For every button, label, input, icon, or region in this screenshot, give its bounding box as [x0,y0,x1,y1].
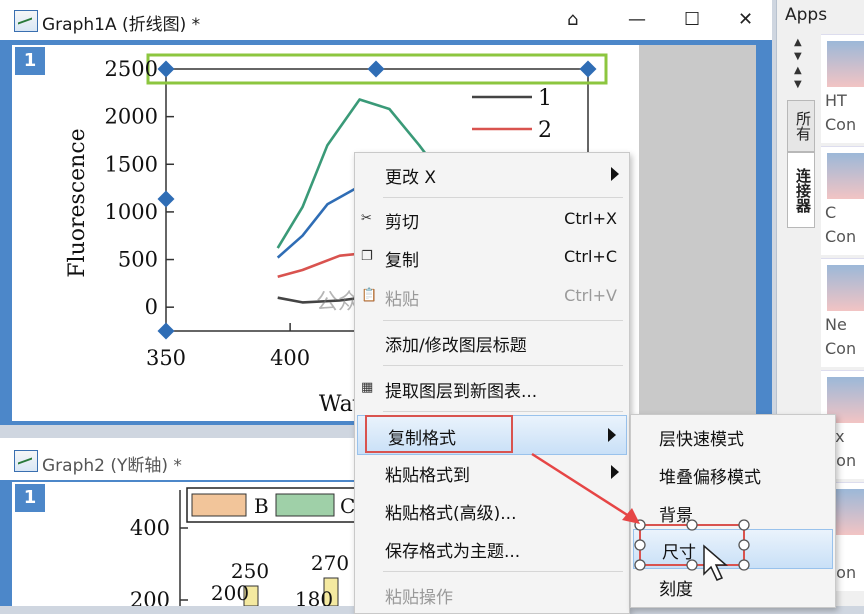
data-label: 270 [311,551,349,575]
maximize-icon[interactable]: ☐ [684,9,700,30]
watermark-2: 大数跨境 [20,581,76,597]
scroll-arrows-icon[interactable]: ▲ ▼ ▲ ▼ [794,36,802,92]
menu-separator [383,411,623,412]
menu-separator [383,365,623,366]
y-axis-label: Fluorescence [65,128,90,277]
x-tick-label: 400 [270,346,310,370]
app-name: C [825,203,837,222]
app-sub: Con [825,227,857,246]
copy-icon: ❐ [361,249,373,264]
layer-badge[interactable]: 1 [14,483,46,513]
menu-separator [383,571,623,572]
app-thumbnail [827,265,864,311]
tab-connector[interactable]: 连接器 [787,152,815,228]
extract-layer-icon: ▦ [361,380,374,395]
menu-item-change-x[interactable]: 更改 X [355,155,629,193]
x-tick-label: 350 [146,346,186,370]
menu-item-layer-title[interactable]: 添加/修改图层标题 [355,323,629,361]
context-menu[interactable]: 更改 X ✂ 剪切 Ctrl+X ❐ 复制 Ctrl+C 📋 粘贴 Ctrl+V 添加… [354,152,630,614]
legend-label: 2 [538,118,552,143]
app-thumbnail [827,41,864,87]
tab-all[interactable]: 所有 [787,100,815,152]
resize-handle [157,190,175,208]
close-icon[interactable]: ✕ [738,9,753,30]
app-sub: Con [825,339,857,358]
y-tick-label: 2000 [105,105,158,129]
submenu-item-stack-offset[interactable]: 堆叠偏移模式 [631,455,835,493]
annotation-arrow [531,452,640,524]
submenu-arrow-icon [611,167,619,181]
window-titlebar[interactable]: Graph1A (折线图) * ⌂ — ☐ ✕ [0,0,772,40]
graph-window-icon [14,10,38,32]
menu-item-extract-layer[interactable]: ▦ 提取图层到新图表... [355,369,629,407]
y-tick-label: 200 [130,588,170,606]
app-name: Ne [825,315,847,334]
resize-handle [579,60,597,78]
scissors-icon: ✂ [361,211,372,226]
y-tick-label: 1500 [105,152,158,176]
resize-handle [157,322,175,340]
data-label: 180 [295,587,333,606]
menu-item-paste-operation[interactable]: 粘贴操作 [355,575,629,613]
y-tick-label: 2500 [105,57,158,81]
submenu-arrow-icon [608,428,616,442]
y-tick-label: 400 [130,516,170,540]
resize-handle [157,60,175,78]
graph-window-icon [14,450,38,472]
menu-separator [383,197,623,198]
menu-separator [383,320,623,321]
legend-label: 1 [538,86,552,111]
window-title: Graph1A (折线图) * [42,15,201,35]
app-sub: Con [825,115,857,134]
menu-item-paste[interactable]: 📋 粘贴 Ctrl+V [355,277,629,315]
data-label: 200 [211,581,249,605]
paste-icon: 📋 [361,288,378,303]
apps-title: Apps [785,5,828,25]
app-card[interactable]: HT Con [821,34,864,143]
layer-badge[interactable]: 1 [14,46,46,76]
highlight-box [365,415,513,453]
copy-format-submenu[interactable]: 层快速模式 堆叠偏移模式 背景 尺寸 刻度 [630,414,836,608]
menu-item-cut[interactable]: ✂ 剪切 Ctrl+X [355,200,629,238]
legend-swatch [191,493,247,517]
y-tick-label: 1000 [105,200,158,224]
menu-item-copy[interactable]: ❐ 复制 Ctrl+C [355,238,629,276]
legend-label: B [254,494,269,518]
resize-handle [367,60,385,78]
app-name: HT [825,91,847,110]
app-card[interactable]: Ne Con [821,258,864,367]
mouse-cursor-icon [703,544,729,581]
home-icon[interactable]: ⌂ [567,9,578,30]
app-thumbnail [827,153,864,199]
minimize-icon[interactable]: — [628,9,646,30]
y-tick-label: 0 [145,295,158,319]
y-tick-label: 500 [118,248,158,272]
page-gray-area [639,45,756,421]
legend-swatch [275,493,335,517]
app-card[interactable]: C Con [821,146,864,255]
window-title: Graph2 (Y断轴) * [42,456,182,476]
submenu-item-layer-quick[interactable]: 层快速模式 [631,417,835,455]
data-label: 250 [231,559,269,583]
menu-item-save-format-theme[interactable]: 保存格式为主题... [355,529,629,567]
